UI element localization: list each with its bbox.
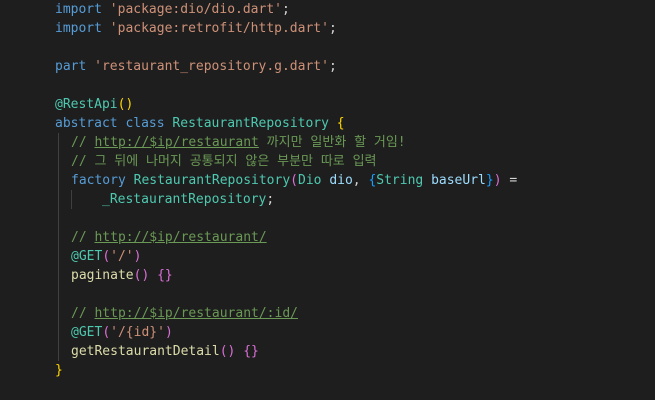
code-line[interactable]: 7 abstract class RestaurantRepository {	[0, 114, 655, 133]
code-line[interactable]: 19 getRestaurantDetail() {}	[0, 342, 655, 361]
line-code: import 'package:dio/dio.dart';	[55, 2, 290, 17]
code-line[interactable]: 16	[0, 285, 655, 304]
indent-guide	[58, 209, 59, 228]
code-line[interactable]: 12	[0, 209, 655, 228]
line-code: @GET('/')	[71, 249, 142, 264]
line-code: paginate() {}	[71, 268, 173, 283]
indent-guide	[58, 152, 59, 171]
comment-link[interactable]: http://$ip/restaurant/	[94, 230, 266, 245]
code-line[interactable]: 17 // http://$ip/restaurant/:id/	[0, 304, 655, 323]
code-line[interactable]: 14 @GET('/')	[0, 247, 655, 266]
indent-guide	[58, 228, 59, 247]
code-line[interactable]: 10 factory RestaurantRepository(Dio dio,…	[0, 171, 655, 190]
indent-guide	[71, 190, 72, 209]
line-code: getRestaurantDetail() {}	[71, 344, 259, 359]
code-line[interactable]: 21	[0, 380, 655, 399]
line-code: // http://$ip/restaurant/:id/	[71, 306, 298, 321]
code-line[interactable]: 15 paginate() {}	[0, 266, 655, 285]
line-code: part 'restaurant_repository.g.dart';	[55, 59, 337, 74]
code-line[interactable]: 3	[0, 38, 655, 57]
indent-guide	[58, 266, 59, 285]
line-code: @RestApi()	[55, 97, 134, 112]
line-code: import 'package:retrofit/http.dart';	[55, 21, 337, 36]
code-line[interactable]: 11 _RestaurantRepository;	[0, 190, 655, 209]
comment-link[interactable]: http://$ip/restaurant/:id/	[94, 306, 298, 321]
code-line[interactable]: 9 // 그 뒤에 나머지 공통되지 않은 부분만 따로 입력	[0, 152, 655, 171]
line-code: }	[55, 363, 63, 378]
code-line[interactable]: 1 import 'package:dio/dio.dart';	[0, 0, 655, 19]
line-code: @GET('/{id}')	[71, 325, 173, 340]
indent-guide	[58, 323, 59, 342]
comment-link[interactable]: http://$ip/restaurant	[94, 135, 258, 150]
code-line[interactable]: 4 part 'restaurant_repository.g.dart';	[0, 57, 655, 76]
line-code: // http://$ip/restaurant 까지만 일반화 할 거임!	[71, 135, 406, 150]
code-line[interactable]: 18 @GET('/{id}')	[0, 323, 655, 342]
code-line[interactable]: 6 @RestApi()	[0, 95, 655, 114]
indent-guide	[58, 342, 59, 361]
code-line[interactable]: 13 // http://$ip/restaurant/	[0, 228, 655, 247]
code-editor[interactable]: 1 import 'package:dio/dio.dart'; 2 impor…	[0, 0, 655, 400]
indent-guide	[58, 247, 59, 266]
code-line[interactable]: 5	[0, 76, 655, 95]
code-line[interactable]: 8 // http://$ip/restaurant 까지만 일반화 할 거임!	[0, 133, 655, 152]
line-code: _RestaurantRepository;	[102, 192, 275, 207]
indent-guide	[58, 190, 59, 209]
indent-guide	[58, 133, 59, 152]
indent-guide	[58, 171, 59, 190]
line-code: // 그 뒤에 나머지 공통되지 않은 부분만 따로 입력	[71, 154, 377, 169]
indent-guide	[58, 304, 59, 323]
line-code: factory RestaurantRepository(Dio dio, {S…	[71, 173, 518, 188]
indent-guide	[58, 285, 59, 304]
code-line[interactable]: 2 import 'package:retrofit/http.dart';	[0, 19, 655, 38]
line-code: // http://$ip/restaurant/	[71, 230, 267, 245]
line-code: abstract class RestaurantRepository {	[55, 116, 345, 131]
code-line[interactable]: 20 }	[0, 361, 655, 380]
